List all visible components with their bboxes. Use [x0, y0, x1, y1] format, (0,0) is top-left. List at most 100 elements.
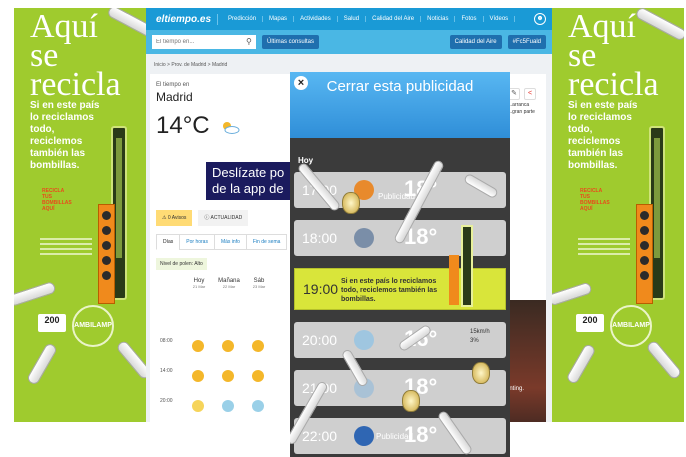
hour-label: 08:00 [160, 338, 173, 344]
ad-copy-line: reciclemos [568, 136, 621, 147]
search-bar: ⚲ Últimas consultas Calidad del Aire #Fc… [146, 30, 552, 54]
bulb-icon [402, 390, 420, 412]
sun-icon [222, 370, 234, 382]
share-network-icon[interactable]: < [524, 88, 536, 100]
nav-item-fotos[interactable]: Fotos [455, 16, 484, 22]
ad-copy-line: bombillas. [30, 160, 80, 171]
nav-item-prediccion[interactable]: Predicción [222, 16, 264, 22]
pollen-level: Nivel de polen: Alto [156, 258, 207, 270]
city-name: Madrid [156, 90, 193, 104]
ad-copy-line: también las [568, 148, 624, 159]
right-ad-panel[interactable]: Aquí se recicla Si en este país lo recic… [552, 8, 684, 422]
day-date: 21 Mar [192, 284, 206, 289]
day-date: 22 Mar [222, 284, 236, 289]
promo-message-line: todo, reciclemos también las [341, 287, 438, 294]
moon-icon [222, 400, 234, 412]
day-date: 23 Mar [252, 284, 266, 289]
app-promo-banner[interactable]: Deslízate po de la app de [206, 162, 296, 200]
promo-time: 19:00 [303, 281, 339, 297]
tab-por-horas[interactable]: Por horas [179, 234, 215, 250]
nav-item-salud[interactable]: Salud [338, 16, 367, 22]
news-photo[interactable] [506, 300, 546, 422]
actualidad-tab[interactable]: ⓘ ACTUALIDAD [198, 210, 249, 226]
ad-recicla-line: AQUÍ [42, 206, 55, 212]
nav-item-noticias[interactable]: Noticias [421, 16, 456, 22]
wind-info: 15km/h 3% [470, 328, 490, 346]
location-label: El tiempo en [156, 82, 190, 88]
promo-message: Si en este país lo reciclamos todo, reci… [341, 277, 451, 304]
ad-copy: Si en este país lo reciclamos todo, reci… [30, 100, 122, 172]
hashtag-button[interactable]: #Fc5Fuald [507, 35, 546, 49]
search-input[interactable] [152, 35, 248, 49]
ad-title-line: recicla [568, 66, 659, 103]
ad-copy-line: Si en este país [30, 100, 100, 111]
promo-row[interactable]: 19:00 Si en este país lo reciclamos todo… [294, 225, 506, 310]
moon-icon [354, 426, 374, 446]
recent-searches-button[interactable]: Últimas consultas [262, 35, 320, 49]
ad-copy-line: reciclemos [30, 136, 83, 147]
moon-icon [252, 400, 264, 412]
partly-cloudy-icon [223, 122, 240, 134]
ad-copy-line: todo, [568, 124, 593, 135]
nav-item-mapas[interactable]: Mapas [263, 16, 295, 22]
ad-brand-logo: AMBILAMP [610, 305, 652, 347]
ad-title: Aquí se recicla [30, 10, 121, 102]
app-promo-line: de la app de [212, 181, 284, 196]
tab-fin-de-semana[interactable]: Fin de sema [245, 234, 288, 250]
air-quality-button[interactable]: Calidad del Aire [449, 35, 502, 49]
nav-item-calidad-aire[interactable]: Calidad del Aire [366, 16, 422, 22]
tab-mas-info[interactable]: Más info [213, 234, 247, 250]
close-ad-label[interactable]: Cerrar esta publicidad [290, 78, 510, 95]
ad-recicla-label: RECICLA TUS BOMBILLAS AQUÍ [42, 188, 94, 212]
bulb-icon [565, 342, 597, 386]
promo-message-line: Si en este país lo reciclamos [341, 278, 437, 285]
ad-brand-name: AMBILAMP [74, 322, 112, 329]
search-icon[interactable]: ⚲ [246, 35, 256, 49]
row-time: 20:00 [302, 332, 338, 348]
alerts-label: 0 Avisos [167, 215, 187, 221]
tab-dias[interactable]: Días [156, 234, 181, 250]
ad-copy-line: también las [30, 148, 86, 159]
day-column[interactable]: Hoy 21 Mar [184, 278, 214, 289]
ad-fine-print [40, 238, 92, 266]
row-time: 18:00 [302, 230, 338, 246]
search-bar-actions: Calidad del Aire #Fc5Fuald [449, 35, 546, 49]
moon-icon [192, 400, 204, 412]
ad-title: Aquí se recicla [568, 10, 659, 103]
storm-icon [354, 228, 374, 248]
recycle-bin-icon [636, 204, 653, 304]
bulb-icon [472, 362, 490, 384]
ad-copy-line: todo, [30, 124, 55, 135]
left-ad-panel[interactable]: Aquí se recicla Si en este país lo recic… [14, 8, 146, 422]
nav-item-videos[interactable]: Vídeos [484, 16, 516, 22]
alert-tabs: ⚠ 0 Avisos ⓘ ACTUALIDAD [156, 210, 249, 226]
day-column[interactable]: Sáb 23 Mar [244, 278, 274, 289]
ad-200-badge: 200 [576, 314, 604, 332]
user-icon[interactable]: ☻ [534, 13, 546, 25]
breadcrumb[interactable]: Inicio > Prov. de Madrid > Madrid [146, 54, 552, 70]
hour-label: 14:00 [160, 368, 173, 374]
phone-ad-header: × Cerrar esta publicidad [290, 72, 510, 138]
ad-copy-line: bombillas. [568, 160, 618, 171]
bulb-icon [115, 339, 146, 381]
news-snippet[interactable]: ...arranca ...gran parte [508, 102, 542, 116]
rain-chance: 3% [470, 338, 479, 344]
actualidad-label: ACTUALIDAD [210, 215, 243, 221]
alerts-tab[interactable]: ⚠ 0 Avisos [156, 210, 193, 226]
recycle-bin-icon [449, 255, 459, 305]
hour-row: 20:00 16° 15km/h 3% [294, 322, 506, 358]
ad-recicla-label: RECICLA TUS BOMBILLAS AQUÍ [580, 188, 632, 212]
ad-200-badge: 200 [38, 314, 66, 332]
cloud-icon [354, 330, 374, 350]
ad-brand-name: AMBILAMP [612, 322, 650, 329]
sun-icon [252, 370, 264, 382]
nav-item-actividades[interactable]: Actividades [294, 16, 338, 22]
ad-fine-print [578, 238, 630, 266]
site-logo[interactable]: eltiempo.es [150, 13, 219, 25]
ad-badge-number: 200 [44, 315, 60, 325]
top-nav-bar: eltiempo.es Predicción Mapas Actividades… [146, 8, 552, 30]
screenshot-stage: Aquí se recicla Si en este país lo recic… [0, 0, 686, 457]
ad-copy: Si en este país lo reciclamos todo, reci… [568, 100, 660, 172]
phone-ad-overlay[interactable]: × Cerrar esta publicidad Hoy 17:00 18° 1… [290, 72, 510, 457]
day-column[interactable]: Mañana 22 Mar [214, 278, 244, 289]
